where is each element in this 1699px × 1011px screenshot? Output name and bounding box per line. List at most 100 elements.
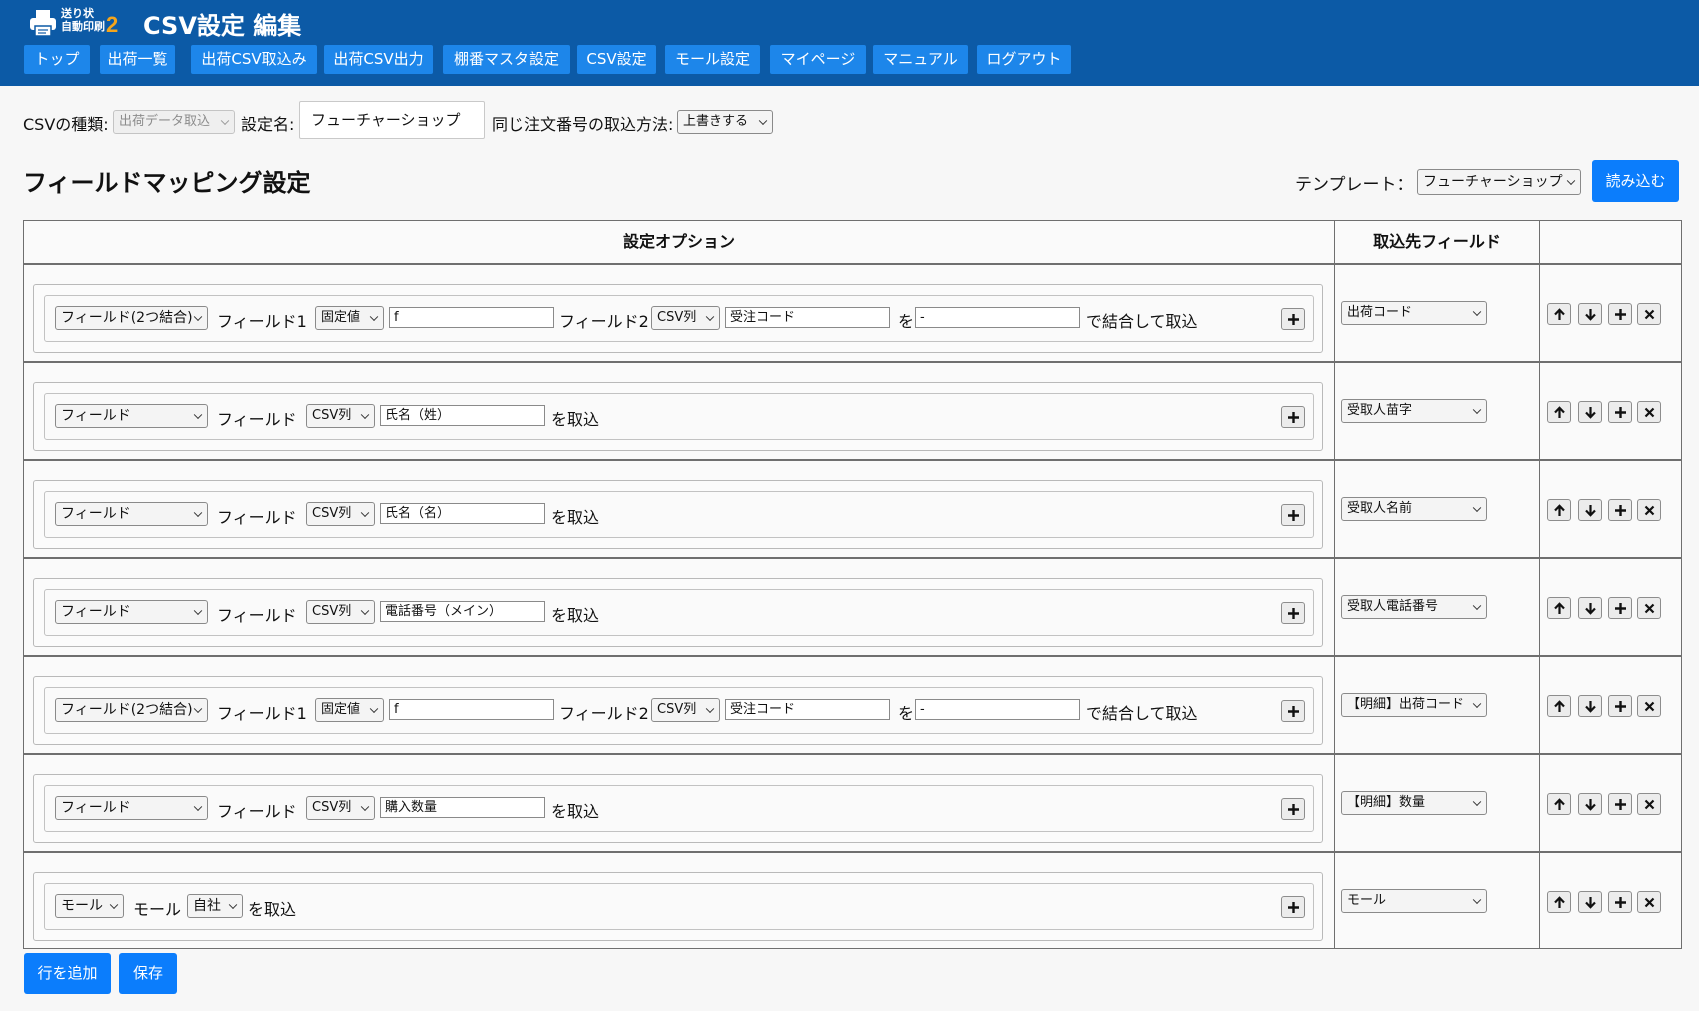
- field-type-select[interactable]: フィールド: [55, 404, 208, 428]
- move-up-button[interactable]: [1547, 401, 1571, 423]
- move-up-button[interactable]: [1547, 695, 1571, 717]
- field-type-select[interactable]: モール: [55, 894, 124, 918]
- move-up-button[interactable]: [1547, 891, 1571, 913]
- field-value-input[interactable]: 氏名（姓）: [380, 405, 545, 426]
- delete-row-button[interactable]: [1637, 303, 1661, 325]
- move-down-button[interactable]: [1578, 499, 1602, 521]
- nav-mypage[interactable]: マイページ: [770, 45, 866, 74]
- field-type-select[interactable]: フィールド(2つ結合): [55, 698, 208, 722]
- nav-csv-settings[interactable]: CSV設定: [577, 45, 656, 74]
- move-up-button[interactable]: [1547, 303, 1571, 325]
- nav-csv-import[interactable]: 出荷CSV取込み: [191, 45, 317, 74]
- plus-icon: [1288, 412, 1299, 423]
- move-down-button[interactable]: [1578, 793, 1602, 815]
- header-options: 設定オプション: [622, 232, 735, 251]
- insert-row-button[interactable]: [1608, 597, 1632, 619]
- destination-field-select[interactable]: 【明細】数量: [1341, 791, 1487, 815]
- field1-value-input[interactable]: f: [389, 699, 554, 720]
- nav-logout[interactable]: ログアウト: [977, 45, 1071, 74]
- close-icon: [1644, 407, 1655, 418]
- move-up-button[interactable]: [1547, 499, 1571, 521]
- field2-source-select[interactable]: CSV列: [651, 698, 720, 722]
- option-box: フィールド フィールド CSV列 購入数量 を取込: [33, 774, 1323, 843]
- template-select[interactable]: フューチャーショップ: [1417, 169, 1581, 195]
- insert-row-button[interactable]: [1608, 695, 1632, 717]
- field-value-input[interactable]: 購入数量: [380, 797, 545, 818]
- add-row-button[interactable]: 行を追加: [24, 953, 111, 994]
- nav-manual[interactable]: マニュアル: [873, 45, 968, 74]
- field-source-select[interactable]: CSV列: [306, 502, 375, 526]
- delete-row-button[interactable]: [1637, 891, 1661, 913]
- delete-row-button[interactable]: [1637, 695, 1661, 717]
- add-option-button[interactable]: [1281, 700, 1305, 722]
- destination-field-value: 【明細】数量: [1347, 795, 1426, 810]
- app-logo[interactable]: 送り状 自動印刷 2: [28, 6, 120, 40]
- save-button[interactable]: 保存: [119, 953, 177, 994]
- field1-label: フィールド1: [217, 704, 307, 723]
- nav-mall-settings[interactable]: モール設定: [665, 45, 760, 74]
- destination-field-select[interactable]: 【明細】出荷コード: [1341, 693, 1487, 717]
- nav-csv-export[interactable]: 出荷CSV出力: [324, 45, 433, 74]
- destination-field-select[interactable]: モール: [1341, 889, 1487, 913]
- chevron-down-icon: [220, 116, 230, 126]
- delete-row-button[interactable]: [1637, 597, 1661, 619]
- field-type-value: フィールド: [61, 604, 131, 620]
- load-template-button[interactable]: 読み込む: [1592, 160, 1679, 202]
- add-option-button[interactable]: [1281, 308, 1305, 330]
- delete-row-button[interactable]: [1637, 401, 1661, 423]
- move-down-button[interactable]: [1578, 303, 1602, 325]
- move-down-button[interactable]: [1578, 401, 1602, 423]
- insert-row-button[interactable]: [1608, 401, 1632, 423]
- field-source-value: CSV列: [312, 408, 352, 423]
- field-source-select[interactable]: CSV列: [306, 404, 375, 428]
- field-type-select[interactable]: フィールド: [55, 600, 208, 624]
- add-option-button[interactable]: [1281, 798, 1305, 820]
- close-icon: [1644, 701, 1655, 712]
- nav-top[interactable]: トップ: [24, 45, 90, 74]
- field-value-input[interactable]: 電話番号（メイン）: [380, 601, 545, 622]
- field2-value-input[interactable]: 受注コード: [725, 699, 890, 720]
- insert-row-button[interactable]: [1608, 499, 1632, 521]
- field2-value-input[interactable]: 受注コード: [725, 307, 890, 328]
- setting-name-input[interactable]: フューチャーショップ: [299, 101, 485, 139]
- destination-field-select[interactable]: 受取人名前: [1341, 497, 1487, 521]
- field-source-select[interactable]: CSV列: [306, 796, 375, 820]
- separator-input[interactable]: -: [915, 699, 1080, 720]
- field-value-input[interactable]: 氏名（名）: [380, 503, 545, 524]
- field-source-select[interactable]: CSV列: [306, 600, 375, 624]
- destination-field-select[interactable]: 出荷コード: [1341, 301, 1487, 325]
- move-up-button[interactable]: [1547, 597, 1571, 619]
- add-option-button[interactable]: [1281, 896, 1305, 918]
- nav-shelf-master[interactable]: 棚番マスタ設定: [443, 45, 570, 74]
- move-down-button[interactable]: [1578, 597, 1602, 619]
- field1-source-select[interactable]: 固定値: [315, 306, 384, 330]
- field1-value-input[interactable]: f: [389, 307, 554, 328]
- chevron-down-icon: [1472, 699, 1482, 709]
- destination-field-select[interactable]: 受取人苗字: [1341, 399, 1487, 423]
- field2-source-select[interactable]: CSV列: [651, 306, 720, 330]
- field-source-value: CSV列: [312, 506, 352, 521]
- delete-row-button[interactable]: [1637, 793, 1661, 815]
- move-down-button[interactable]: [1578, 695, 1602, 717]
- add-option-button[interactable]: [1281, 504, 1305, 526]
- add-option-button[interactable]: [1281, 406, 1305, 428]
- destination-field-select[interactable]: 受取人電話番号: [1341, 595, 1487, 619]
- insert-row-button[interactable]: [1608, 303, 1632, 325]
- nav-shipment-list[interactable]: 出荷一覧: [100, 45, 175, 74]
- delete-row-button[interactable]: [1637, 499, 1661, 521]
- insert-row-button[interactable]: [1608, 891, 1632, 913]
- add-option-button[interactable]: [1281, 602, 1305, 624]
- field-type-select[interactable]: フィールド: [55, 796, 208, 820]
- move-up-button[interactable]: [1547, 793, 1571, 815]
- separator-input[interactable]: -: [915, 307, 1080, 328]
- insert-row-button[interactable]: [1608, 793, 1632, 815]
- plus-icon: [1615, 603, 1626, 614]
- duplicate-order-select[interactable]: 上書きする: [677, 110, 773, 134]
- field-type-select[interactable]: フィールド: [55, 502, 208, 526]
- template-label: テンプレート：: [1295, 175, 1414, 195]
- move-down-button[interactable]: [1578, 891, 1602, 913]
- field1-source-select[interactable]: 固定値: [315, 698, 384, 722]
- plus-icon: [1615, 407, 1626, 418]
- mall-select[interactable]: 自社: [187, 894, 243, 918]
- field-type-select[interactable]: フィールド(2つ結合): [55, 306, 208, 330]
